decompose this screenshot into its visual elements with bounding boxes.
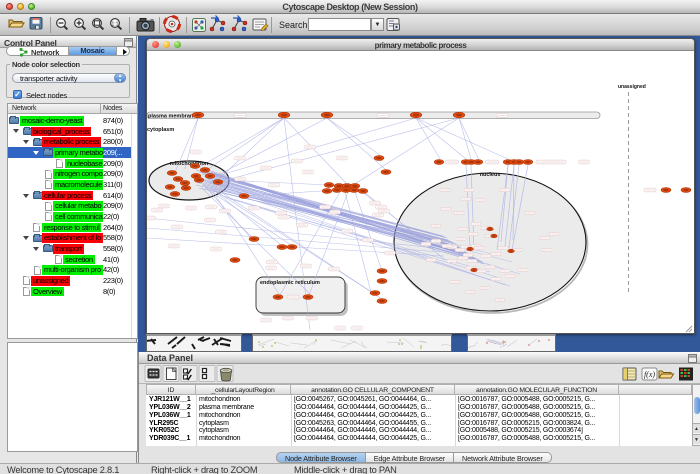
svg-text:mitochondrion: mitochondrion xyxy=(170,161,209,167)
svg-text:nucleus: nucleus xyxy=(480,172,501,178)
svg-text:f(x): f(x) xyxy=(644,370,655,379)
svg-text:1:1: 1:1 xyxy=(112,21,119,27)
svg-text:unassigned: unassigned xyxy=(618,84,646,90)
svg-text:plasma membrane: plasma membrane xyxy=(148,114,196,120)
svg-text:cytoplasm: cytoplasm xyxy=(147,127,174,133)
svg-text:endoplasmic reticulum: endoplasmic reticulum xyxy=(260,280,320,286)
